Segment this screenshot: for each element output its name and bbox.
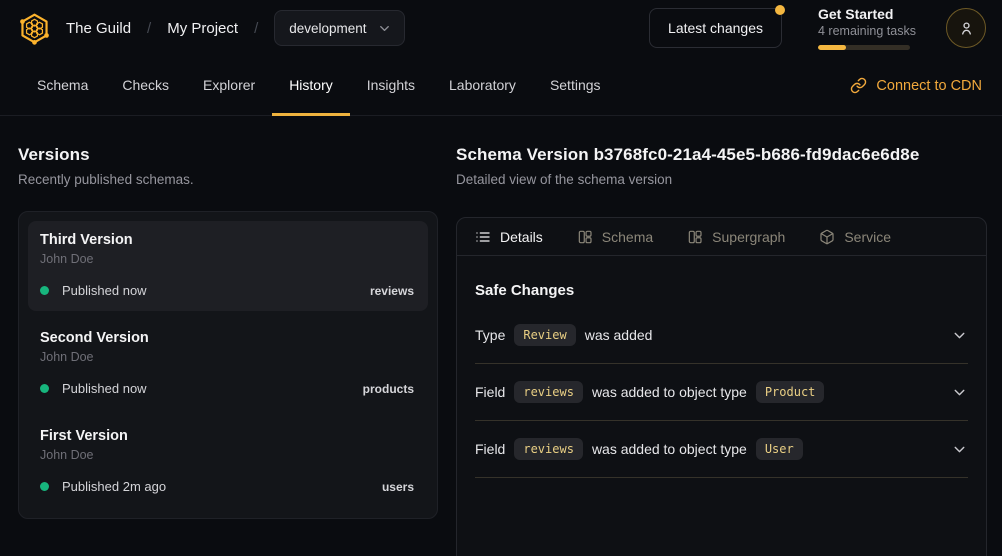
tab-explorer[interactable]: Explorer: [186, 56, 272, 116]
tab-history[interactable]: History: [272, 56, 350, 116]
tab-insights[interactable]: Insights: [350, 56, 432, 116]
versions-panel: Versions Recently published schemas. Thi…: [0, 116, 456, 556]
published-status: Published 2m ago: [62, 479, 166, 494]
change-middle: was added to object type: [592, 384, 747, 400]
target-selector[interactable]: development: [274, 10, 404, 46]
safe-changes-heading: Safe Changes: [475, 282, 968, 299]
tab-service[interactable]: Service: [819, 229, 891, 245]
published-status-dot: [40, 286, 49, 295]
tab-details-label: Details: [500, 229, 543, 245]
schema-version-card: Details Schema: [456, 217, 987, 556]
service-tag: products: [363, 382, 414, 396]
get-started-title: Get Started: [818, 6, 910, 24]
latest-changes-label: Latest changes: [668, 20, 763, 36]
change-row[interactable]: Field reviews was added to object type U…: [475, 421, 968, 478]
chevron-down-icon: [377, 21, 392, 36]
tab-laboratory[interactable]: Laboratory: [432, 56, 533, 116]
main-content: Versions Recently published schemas. Thi…: [0, 116, 1002, 556]
change-row[interactable]: Type Review was added: [475, 307, 968, 364]
tab-supergraph-label: Supergraph: [712, 229, 785, 245]
person-icon: [957, 19, 976, 38]
code-badge: Product: [756, 381, 825, 403]
panels-icon: [577, 229, 593, 245]
guild-logo-icon[interactable]: [16, 10, 52, 46]
version-meta-row: Published now reviews: [40, 283, 414, 298]
chevron-down-icon[interactable]: [951, 327, 968, 344]
get-started-progress-fill: [818, 45, 846, 50]
topbar-right: Latest changes Get Started 4 remaining t…: [649, 6, 986, 51]
version-list-item[interactable]: Third Version John Doe Published now rev…: [28, 221, 428, 311]
code-badge: Review: [514, 324, 575, 346]
tab-schema-view[interactable]: Schema: [577, 229, 653, 245]
schema-version-title: Schema Version b3768fc0-21a4-45e5-b686-f…: [456, 145, 987, 165]
change-description: Field reviews was added to object type U…: [475, 438, 803, 460]
schema-version-panel: Schema Version b3768fc0-21a4-45e5-b686-f…: [456, 116, 1002, 556]
tab-settings[interactable]: Settings: [533, 56, 618, 116]
link-icon: [850, 77, 867, 94]
get-started-widget[interactable]: Get Started 4 remaining tasks: [818, 6, 910, 51]
versions-list: Third Version John Doe Published now rev…: [18, 211, 438, 519]
tab-service-label: Service: [844, 229, 891, 245]
changes-section: Safe Changes Type Review was added Field…: [457, 256, 986, 478]
schema-version-subtitle: Detailed view of the schema version: [456, 172, 987, 187]
published-status: Published now: [62, 381, 147, 396]
breadcrumb-separator: /: [252, 20, 260, 37]
code-badge: reviews: [514, 438, 583, 460]
change-row[interactable]: Field reviews was added to object type P…: [475, 364, 968, 421]
version-title: First Version: [40, 428, 414, 444]
published-status-dot: [40, 384, 49, 393]
change-prefix: Field: [475, 441, 505, 457]
version-meta-row: Published now products: [40, 381, 414, 396]
change-description: Type Review was added: [475, 324, 652, 346]
panels-icon: [687, 229, 703, 245]
get-started-subtitle: 4 remaining tasks: [818, 24, 910, 38]
tab-schema-view-label: Schema: [602, 229, 653, 245]
chevron-down-icon[interactable]: [951, 384, 968, 401]
version-author: John Doe: [40, 350, 414, 364]
tab-details[interactable]: Details: [475, 229, 543, 245]
avatar[interactable]: [946, 8, 986, 48]
version-list-item[interactable]: Second Version John Doe Published now pr…: [28, 319, 428, 409]
version-meta-row: Published 2m ago users: [40, 479, 414, 494]
list-icon: [475, 229, 491, 245]
published-status-dot: [40, 482, 49, 491]
published-status: Published now: [62, 283, 147, 298]
versions-title: Versions: [18, 145, 438, 165]
top-bar: The Guild / My Project / development Lat…: [0, 0, 1002, 56]
get-started-progressbar: [818, 45, 910, 50]
main-nav: Schema Checks Explorer History Insights …: [0, 56, 1002, 116]
change-middle: was added: [585, 327, 653, 343]
version-author: John Doe: [40, 448, 414, 462]
breadcrumb-org[interactable]: The Guild: [66, 20, 131, 37]
chevron-down-icon[interactable]: [951, 441, 968, 458]
version-list-item[interactable]: First Version John Doe Published 2m ago …: [28, 417, 428, 507]
connect-to-cdn-label: Connect to CDN: [876, 78, 982, 94]
connect-to-cdn-link[interactable]: Connect to CDN: [850, 56, 982, 115]
version-title: Third Version: [40, 232, 414, 248]
version-title: Second Version: [40, 330, 414, 346]
version-author: John Doe: [40, 252, 414, 266]
change-description: Field reviews was added to object type P…: [475, 381, 824, 403]
target-selector-value: development: [289, 21, 366, 36]
service-tag: users: [382, 480, 414, 494]
breadcrumb-project[interactable]: My Project: [167, 20, 238, 37]
tab-schema[interactable]: Schema: [20, 56, 105, 116]
tab-checks[interactable]: Checks: [105, 56, 186, 116]
code-badge: User: [756, 438, 803, 460]
latest-changes-button[interactable]: Latest changes: [649, 8, 782, 48]
change-prefix: Field: [475, 384, 505, 400]
breadcrumb: The Guild / My Project / development: [16, 10, 405, 46]
code-badge: reviews: [514, 381, 583, 403]
detail-tabs: Details Schema: [457, 218, 986, 256]
tab-supergraph[interactable]: Supergraph: [687, 229, 785, 245]
cube-icon: [819, 229, 835, 245]
change-middle: was added to object type: [592, 441, 747, 457]
change-prefix: Type: [475, 327, 505, 343]
service-tag: reviews: [370, 284, 414, 298]
versions-subtitle: Recently published schemas.: [18, 172, 438, 187]
breadcrumb-separator: /: [145, 20, 153, 37]
notification-dot: [775, 5, 785, 15]
